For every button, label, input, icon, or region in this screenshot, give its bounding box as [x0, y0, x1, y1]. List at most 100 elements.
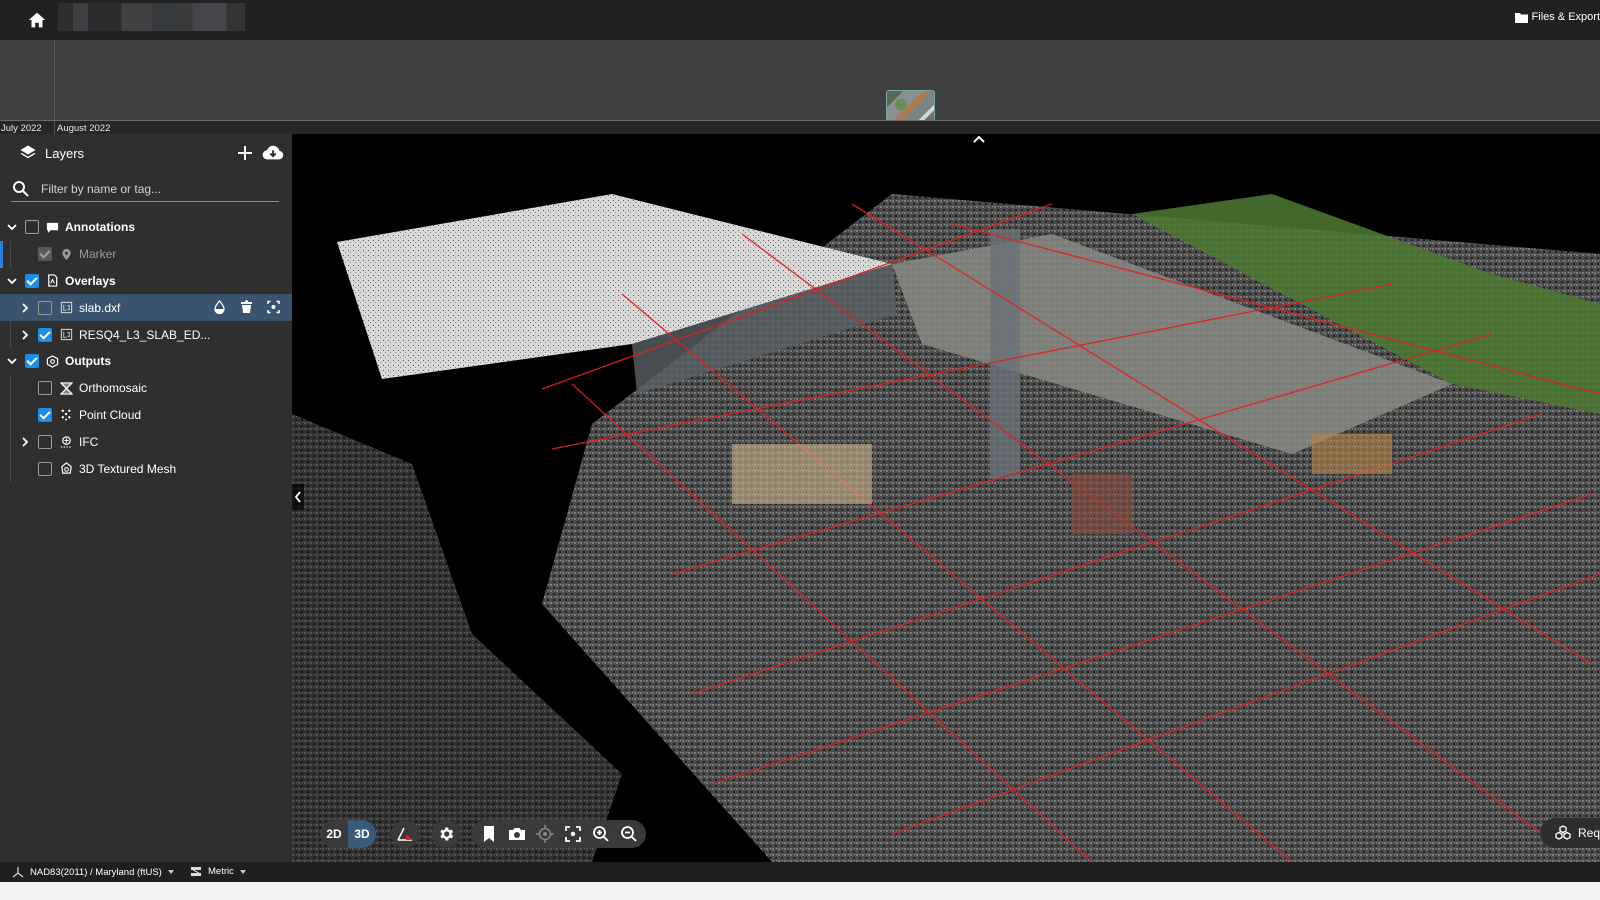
overlay-file-icon [48, 274, 58, 288]
slab-dxf-checkbox[interactable] [38, 300, 52, 315]
locate-icon[interactable] [534, 823, 556, 845]
overlays-checkbox[interactable] [25, 273, 39, 288]
layers-panel: Layers Annotations Marker Overlays [0, 134, 292, 862]
point-cloud-checkbox[interactable] [38, 407, 52, 422]
camera-icon[interactable] [506, 823, 528, 845]
layer-label: IFC [79, 434, 99, 449]
layer-group-outputs[interactable]: Outputs [0, 348, 292, 375]
bookmark-icon[interactable] [478, 823, 500, 845]
search-icon [13, 181, 29, 197]
ifc-icon [60, 436, 73, 448]
layer-group-overlays[interactable]: Overlays [0, 268, 292, 295]
3d-viewport[interactable]: 2D 3D Reque [292, 134, 1600, 862]
layer-item-slab-dxf[interactable]: slab.dxf [0, 294, 292, 322]
crs-label: NAD83(2011) / Maryland (ftUS) [30, 866, 162, 878]
request-button-label: Reque [1578, 826, 1600, 840]
layer-item-resq4-l3-slab[interactable]: RESQ4_L3_SLAB_ED... [0, 321, 292, 348]
settings-tool [432, 820, 460, 848]
project-name-redacted [58, 3, 245, 31]
layer-label: Outputs [65, 354, 111, 369]
layer-label: Overlays [65, 273, 116, 288]
fit-view-icon[interactable] [562, 823, 584, 845]
month-label-july: July 2022 [1, 123, 42, 134]
timeline[interactable]: Aug 5 [0, 40, 1600, 160]
layer-label: RESQ4_L3_SLAB_ED... [79, 327, 211, 342]
chevron-right-icon[interactable] [19, 329, 31, 341]
mesh-checkbox[interactable] [38, 461, 52, 476]
request-button[interactable]: Reque [1540, 818, 1600, 848]
status-bar: NAD83(2011) / Maryland (ftUS) Metric [0, 862, 1600, 882]
view-mode-2d[interactable]: 2D [320, 820, 348, 848]
crs-selector[interactable]: NAD83(2011) / Maryland (ftUS) [12, 866, 174, 878]
chevron-down-icon[interactable] [6, 221, 18, 233]
measure-button[interactable] [391, 820, 419, 848]
collapse-timeline-chevron-up-icon[interactable] [972, 134, 986, 144]
layer-item-point-cloud[interactable]: Point Cloud [0, 402, 292, 429]
zoom-in-icon[interactable] [590, 823, 612, 845]
mesh-icon [61, 462, 72, 474]
dxf-file-icon [60, 328, 73, 341]
settings-icon [440, 827, 454, 841]
equipment-blob [1312, 434, 1392, 474]
point-cloud-render[interactable] [292, 134, 1600, 862]
cloud-download-icon[interactable] [262, 144, 284, 162]
equipment-blob [732, 444, 872, 504]
chevron-down-icon[interactable] [6, 275, 18, 287]
layer-item-marker[interactable]: Marker [0, 241, 292, 268]
timeline-month-divider [54, 40, 55, 120]
layer-item-3d-textured-mesh[interactable]: 3D Textured Mesh [0, 455, 292, 482]
point-cloud-icon [61, 410, 71, 422]
layers-header: Layers [0, 134, 292, 172]
zoom-out-icon[interactable] [618, 823, 640, 845]
measure-tool [391, 820, 419, 848]
chevron-down-icon[interactable] [6, 355, 18, 367]
outputs-checkbox[interactable] [25, 354, 39, 369]
layer-filter-input[interactable] [41, 180, 271, 198]
crane-mast [990, 229, 1020, 479]
home-icon [28, 12, 46, 28]
request-cubes-icon [1555, 825, 1571, 840]
layer-item-orthomosaic[interactable]: Orthomosaic [0, 375, 292, 402]
timeline-axis: July 2022 August 2022 [0, 120, 1600, 135]
collapse-sidebar-button[interactable] [292, 484, 304, 510]
ruler-icon [191, 867, 201, 876]
layer-actions [213, 300, 280, 315]
comment-icon [46, 222, 59, 233]
trash-icon[interactable] [240, 300, 253, 314]
ifc-checkbox[interactable] [38, 434, 52, 449]
chevron-left-icon [294, 491, 301, 503]
layers-tree: Annotations Marker Overlays slab.dxf RES… [0, 214, 292, 482]
chevron-right-icon[interactable] [19, 302, 31, 314]
orthomosaic-checkbox[interactable] [38, 381, 52, 396]
outputs-icon [46, 355, 59, 368]
layer-label: slab.dxf [79, 300, 121, 315]
view-mode-3d[interactable]: 3D [348, 820, 376, 848]
page-footer-strip [0, 882, 1600, 900]
chevron-down-icon [239, 869, 246, 874]
map-pin-icon [62, 248, 71, 260]
home-button[interactable] [26, 9, 48, 31]
layer-filter [11, 178, 279, 202]
marker-checkbox[interactable] [38, 247, 52, 262]
layers-title: Layers [45, 146, 85, 161]
dxf-file-icon [60, 302, 73, 314]
files-export-label: Files & Export [1531, 11, 1600, 23]
files-export-button[interactable]: Files & Export [1514, 11, 1600, 23]
layer-label: Annotations [65, 220, 135, 235]
opacity-icon[interactable] [213, 300, 226, 315]
layer-item-ifc[interactable]: IFC [0, 428, 292, 455]
chevron-down-icon [167, 870, 174, 874]
focus-icon[interactable] [267, 300, 280, 314]
month-label-august: August 2022 [57, 123, 111, 134]
measure-icon [397, 827, 412, 841]
settings-button[interactable] [432, 820, 460, 848]
layer-group-annotations[interactable]: Annotations [0, 214, 292, 241]
layer-label: 3D Textured Mesh [79, 461, 177, 476]
plus-icon[interactable] [236, 144, 254, 162]
annotations-checkbox[interactable] [25, 220, 39, 235]
units-label: Metric [208, 866, 234, 877]
chevron-right-icon[interactable] [19, 436, 31, 448]
layers-icon [20, 145, 36, 159]
units-selector[interactable]: Metric [190, 866, 246, 877]
resq4-checkbox[interactable] [38, 327, 52, 342]
